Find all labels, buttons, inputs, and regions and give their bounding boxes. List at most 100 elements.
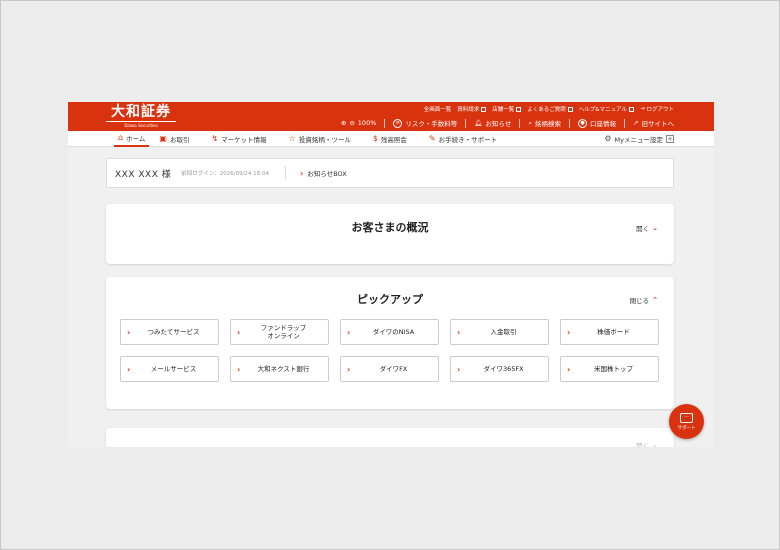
nav-balance[interactable]: $ 残高照会 [369, 131, 411, 147]
nav-trade[interactable]: ▣ お取引 [155, 131, 193, 147]
pickup-tile[interactable]: › ファンドラップ オンライン [230, 319, 329, 345]
tile-label: メールサービス [150, 365, 197, 373]
support-chat-button[interactable]: ··· サポート [669, 404, 704, 439]
external-link-icon [481, 106, 487, 112]
collapsed-toggle[interactable]: 開く ⌄ [636, 440, 658, 447]
divider [624, 118, 626, 128]
pickup-tile[interactable]: › ダイワのNISA [340, 319, 439, 345]
link-faq[interactable]: よくあるご質問 [527, 105, 573, 113]
pickup-panel: ピックアップ 閉じる ⌃ › つみたてサービス › ファンドラップ オンライン › ダ… [106, 277, 674, 409]
chat-bubble-icon: ··· [680, 412, 693, 423]
link-help[interactable]: ヘルプ&マニュアル [579, 105, 634, 113]
divider [519, 118, 521, 128]
daiwa-logo[interactable]: 大和証券 Daiwa Securities [106, 105, 176, 128]
logo-text-ja: 大和証券 [111, 104, 171, 120]
chevron-right-icon: › [300, 168, 304, 178]
chevron-down-icon: ⌄ [652, 441, 658, 447]
notice-box-link[interactable]: › お知らせBOX [300, 168, 347, 179]
chevron-right-icon: › [347, 364, 351, 374]
bell-icon: 🔔︎ [474, 119, 483, 127]
link-request-docs[interactable]: 資料請求 [457, 105, 487, 113]
notice-box-label: お知らせBOX [307, 170, 347, 178]
support-label: サポート [677, 425, 696, 431]
tile-label: つみたてサービス [147, 328, 200, 336]
zoom-control: ⊕ ⊖ 100% [341, 119, 377, 127]
divider [569, 118, 571, 128]
browser-viewport: 大和証券 Daiwa Securities 全画面一覧 資料請求 店舗一覧 よく… [68, 102, 714, 447]
old-site-link[interactable]: ↗ 旧サイトへ [633, 118, 674, 128]
risk-fees-label: リスク・手数料等 [405, 120, 458, 128]
tile-label: 米国株トップ [594, 365, 633, 373]
user-info-bar: XXX XXX 様 前回ログイン：2026/09/24 18:04 › お知らせ… [106, 158, 674, 188]
screenshot-frame: 大和証券 Daiwa Securities 全画面一覧 資料請求 店舗一覧 よく… [0, 0, 780, 550]
old-site-label: 旧サイトへ [641, 120, 675, 128]
gear-icon: ⚙ [604, 134, 612, 143]
pickup-tile[interactable]: › 大和ネクスト銀行 [230, 356, 329, 382]
pickup-tile[interactable]: › つみたてサービス [120, 319, 219, 345]
toggle-label: 開く [636, 442, 650, 447]
nav-label: マーケット情報 [221, 135, 267, 144]
search-icon: ⌕ [528, 118, 533, 127]
overview-title: お客さまの概況 [351, 221, 429, 234]
link-label: 全画面一覧 [423, 107, 452, 113]
pickup-tile[interactable]: › ダイワ365FX [450, 356, 549, 382]
tile-label: 株価ボード [597, 328, 630, 336]
trade-icon: ▣ [159, 133, 167, 143]
link-all-screens[interactable]: 全画面一覧 [424, 105, 452, 113]
link-label: ログアウト [646, 107, 674, 113]
tile-label: 大和ネクスト銀行 [257, 365, 310, 373]
tile-label: 入金取引 [490, 328, 517, 336]
link-branches[interactable]: 店舗一覧 [492, 105, 522, 113]
external-link-icon [567, 106, 573, 112]
top-links: 全画面一覧 資料請求 店舗一覧 よくあるご質問 ヘルプ&マニュアル ⇥ ログアウト [424, 105, 674, 113]
pickup-tile[interactable]: › 株価ボード [560, 319, 659, 345]
pickup-toggle[interactable]: 閉じる ⌃ [630, 295, 658, 305]
account-info-link[interactable]: ● 口座情報 [578, 118, 616, 128]
link-label: ヘルプ&マニュアル [578, 107, 627, 113]
divider [384, 118, 386, 128]
toggle-label: 閉じる [629, 297, 650, 305]
chevron-right-icon: › [237, 327, 241, 337]
plus-icon: + [666, 134, 674, 143]
home-icon: ⌂ [118, 132, 124, 142]
tile-label: ダイワ365FX [483, 365, 524, 373]
pickup-tile[interactable]: › ダイワFX [340, 356, 439, 382]
risk-fees-link[interactable]: ≡ リスク・手数料等 [393, 118, 457, 128]
chart-icon: ↯ [211, 133, 219, 143]
stock-search-link[interactable]: ⌕ 銘柄検索 [528, 118, 562, 129]
pencil-icon: ✎ [428, 133, 436, 143]
nav-label: ホーム [126, 134, 146, 143]
news-link[interactable]: 🔔︎ お知らせ [474, 118, 511, 128]
divider [285, 166, 287, 180]
dollar-icon: $ [372, 133, 378, 143]
pickup-tile[interactable]: › 米国株トップ [560, 356, 659, 382]
overview-toggle[interactable]: 開く ⌄ [636, 223, 658, 233]
tile-label: ダイワFX [379, 365, 408, 373]
pickup-title: ピックアップ [357, 293, 423, 306]
my-menu-settings[interactable]: ⚙ Myメニュー設定 + [604, 131, 674, 147]
last-login: 前回ログイン：2026/09/24 18:04 [181, 171, 270, 177]
chevron-down-icon: ⌄ [652, 224, 658, 232]
user-icon: ● [578, 118, 588, 128]
logout-button[interactable]: ⇥ ログアウト [640, 105, 674, 113]
logout-icon: ⇥ [639, 106, 645, 112]
main-nav: ⌂ ホーム ▣ お取引 ↯ マーケット情報 ☆ 投資銘柄・ツール $ 残高照会 … [68, 131, 714, 147]
nav-investment-tools[interactable]: ☆ 投資銘柄・ツール [285, 131, 355, 147]
chevron-right-icon: › [567, 364, 571, 374]
nav-procedures[interactable]: ✎ お手続き・サポート [425, 131, 501, 147]
nav-market[interactable]: ↯ マーケット情報 [207, 131, 270, 147]
pickup-tile[interactable]: › 入金取引 [450, 319, 549, 345]
pickup-grid: › つみたてサービス › ファンドラップ オンライン › ダイワのNISA › 入金取引… [120, 319, 659, 382]
zoom-level: 100% [357, 119, 377, 127]
star-icon: ☆ [288, 133, 296, 143]
nav-home[interactable]: ⌂ ホーム [114, 131, 150, 147]
nav-label: お取引 [169, 135, 190, 144]
header-bar: 大和証券 Daiwa Securities 全画面一覧 資料請求 店舗一覧 よく… [68, 102, 714, 131]
zoom-in-icon[interactable]: ⊕ [341, 119, 346, 127]
stock-search-label: 銘柄検索 [535, 120, 562, 128]
pickup-tile[interactable]: › メールサービス [120, 356, 219, 382]
document-icon: ≡ [393, 118, 403, 128]
chevron-right-icon: › [237, 364, 241, 374]
zoom-out-icon[interactable]: ⊖ [349, 119, 354, 127]
chevron-right-icon: › [127, 364, 131, 374]
